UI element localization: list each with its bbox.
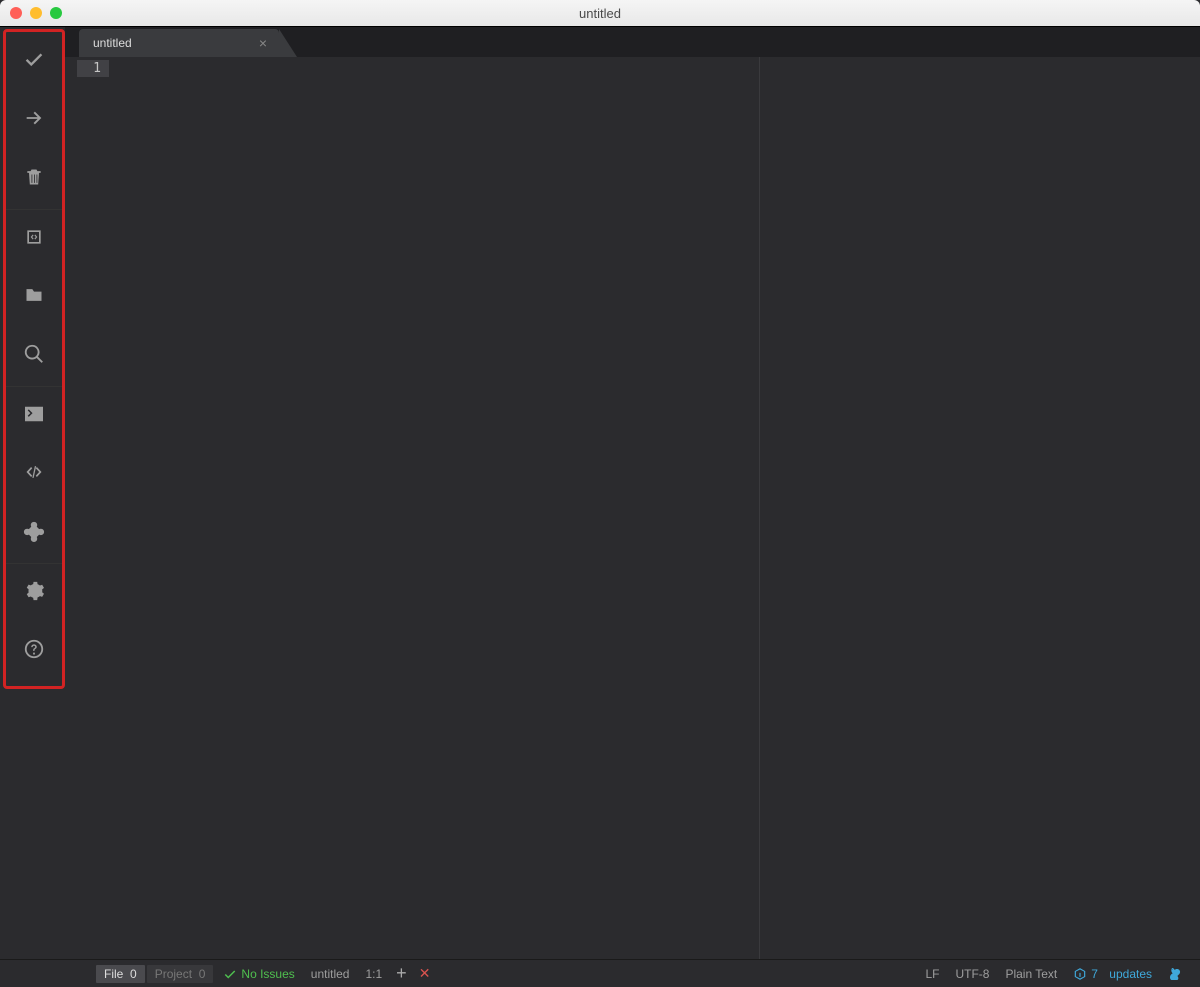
sidebar-plugin[interactable] <box>6 504 62 563</box>
code-box-icon <box>24 227 44 252</box>
sidebar-terminal[interactable] <box>6 386 62 445</box>
package-icon <box>1073 967 1087 981</box>
tab-untitled[interactable]: untitled × <box>79 29 279 57</box>
window-minimize-button[interactable] <box>30 7 42 19</box>
status-cursor[interactable]: 1:1 <box>357 967 390 981</box>
status-encoding[interactable]: UTF-8 <box>947 967 997 981</box>
titlebar: untitled <box>0 0 1200 26</box>
main-area: untitled × 1 <box>65 27 1200 959</box>
status-close-button[interactable]: ✕ <box>413 965 437 982</box>
body-area: untitled × 1 <box>0 26 1200 959</box>
gear-icon <box>23 580 45 607</box>
status-issues[interactable]: No Issues <box>215 967 302 981</box>
sidebar-help[interactable] <box>6 622 62 681</box>
check-icon <box>223 967 237 981</box>
sidebar-code-box[interactable] <box>6 209 62 268</box>
window-close-button[interactable] <box>10 7 22 19</box>
status-syntax[interactable]: Plain Text <box>997 967 1065 981</box>
sidebar <box>3 29 65 689</box>
tab-title: untitled <box>93 36 132 50</box>
status-file-scope[interactable]: File 0 <box>96 965 145 983</box>
folder-icon <box>23 285 45 310</box>
search-icon <box>23 343 45 370</box>
editor[interactable]: 1 <box>65 57 1200 959</box>
check-icon <box>23 48 45 75</box>
tab-close-button[interactable]: × <box>257 35 269 51</box>
status-add-button[interactable]: + <box>390 963 413 984</box>
sidebar-check[interactable] <box>6 32 62 91</box>
trash-icon <box>24 166 44 193</box>
sidebar-trash[interactable] <box>6 150 62 209</box>
code-brackets-icon <box>22 462 46 487</box>
editor-panes <box>109 57 1200 959</box>
tabbar: untitled × <box>65 27 1200 57</box>
sidebar-run[interactable] <box>6 91 62 150</box>
gutter: 1 <box>65 57 109 959</box>
terminal-icon <box>23 405 45 428</box>
window-maximize-button[interactable] <box>50 7 62 19</box>
sidebar-code[interactable] <box>6 445 62 504</box>
arrow-right-icon <box>23 107 45 134</box>
statusbar: File 0 Project 0 No Issues untitled 1:1 … <box>0 959 1200 987</box>
sidebar-folder[interactable] <box>6 268 62 327</box>
help-icon <box>23 638 45 665</box>
window-title: untitled <box>579 6 621 21</box>
status-komodo-button[interactable] <box>1160 966 1192 982</box>
editor-pane-left[interactable] <box>109 57 759 959</box>
editor-pane-right[interactable] <box>759 57 1200 959</box>
sidebar-settings[interactable] <box>6 563 62 622</box>
status-updates[interactable]: 7 updates <box>1065 967 1160 981</box>
status-filename[interactable]: untitled <box>303 967 358 981</box>
plugin-icon <box>23 520 45 547</box>
squirrel-icon <box>1168 966 1184 982</box>
line-number: 1 <box>77 60 109 77</box>
window-controls <box>10 7 62 19</box>
status-line-ending[interactable]: LF <box>917 967 947 981</box>
sidebar-search[interactable] <box>6 327 62 386</box>
status-project-scope[interactable]: Project 0 <box>147 965 214 983</box>
